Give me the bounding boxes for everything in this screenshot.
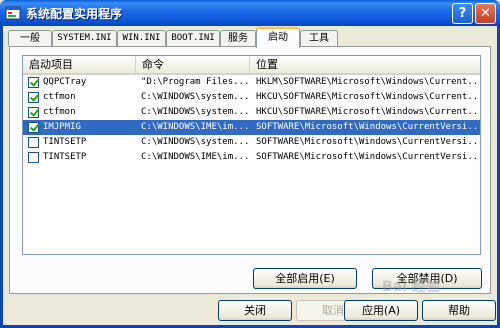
location-cell: HKCU\SOFTWARE\Microsoft\Windows\Current.… <box>256 107 480 117</box>
item-name: QQPCTray <box>43 77 87 87</box>
location-cell: SOFTWARE\Microsoft\Windows\CurrentVersi.… <box>256 152 480 162</box>
table-row[interactable]: QQPCTray "D:\Program Files... HKLM\SOFTW… <box>23 75 480 90</box>
item-name: ctfmon <box>43 107 76 117</box>
item-name: TINTSETP <box>43 152 87 162</box>
item-name: TINTSETP <box>43 137 87 147</box>
table-row-selected[interactable]: IMJPMIG C:\WINDOWS\IME\im... SOFTWARE\Mi… <box>23 120 480 135</box>
app-icon <box>5 6 21 20</box>
location-cell: SOFTWARE\Microsoft\Windows\CurrentVersi.… <box>256 137 480 147</box>
startup-list[interactable]: 启动项目 命令 位置 QQPCTray "D:\Program Files...… <box>22 55 481 255</box>
tab-system-ini[interactable]: SYSTEM.INI <box>52 30 117 46</box>
watermark: Bai 经验 <box>382 279 440 295</box>
tab-general[interactable]: 一般 <box>8 30 52 46</box>
item-name: ctfmon <box>43 92 76 102</box>
command-cell: C:\WINDOWS\IME\im... <box>141 122 249 132</box>
help-dialog-button[interactable]: 帮助 <box>422 300 496 321</box>
command-cell: C:\WINDOWS\system... <box>141 137 249 147</box>
location-cell: HKCU\SOFTWARE\Microsoft\Windows\Current.… <box>256 92 480 102</box>
row-checkbox[interactable] <box>28 152 39 163</box>
row-checkbox[interactable] <box>28 107 39 118</box>
command-cell: C:\WINDOWS\IME\im... <box>141 152 249 162</box>
close-button[interactable]: 关闭 <box>218 300 292 321</box>
row-checkbox[interactable] <box>28 92 39 103</box>
close-icon: ✕ <box>480 6 491 21</box>
command-cell: C:\WINDOWS\system... <box>141 92 249 102</box>
window-title: 系统配置实用程序 <box>26 7 123 21</box>
column-header-location[interactable]: 位置 <box>250 56 480 73</box>
help-button[interactable]: ? <box>452 3 473 24</box>
tab-tools[interactable]: 工具 <box>300 30 338 46</box>
location-cell: SOFTWARE\Microsoft\Windows\CurrentVersi.… <box>256 122 480 132</box>
location-cell: HKLM\SOFTWARE\Microsoft\Windows\Current.… <box>256 77 480 87</box>
table-row[interactable]: ctfmon C:\WINDOWS\system... HKCU\SOFTWAR… <box>23 90 480 105</box>
close-window-button[interactable]: ✕ <box>475 3 496 24</box>
help-icon: ? <box>458 6 467 21</box>
tab-services[interactable]: 服务 <box>220 30 256 46</box>
apply-button[interactable]: 应用(A) <box>344 300 418 321</box>
row-checkbox[interactable] <box>28 77 39 88</box>
enable-all-button[interactable]: 全部启用(E) <box>253 268 357 289</box>
command-cell: "D:\Program Files... <box>141 77 249 87</box>
tab-boot-ini[interactable]: BOOT.INI <box>166 30 220 46</box>
list-header: 启动项目 命令 位置 <box>23 56 480 75</box>
column-header-item[interactable]: 启动项目 <box>23 56 136 73</box>
tab-win-ini[interactable]: WIN.INI <box>117 30 166 46</box>
row-checkbox[interactable] <box>28 122 39 133</box>
table-row[interactable]: TINTSETP C:\WINDOWS\system... SOFTWARE\M… <box>23 135 480 150</box>
row-checkbox[interactable] <box>28 137 39 148</box>
table-row[interactable]: ctfmon C:\WINDOWS\system... HKCU\SOFTWAR… <box>23 105 480 120</box>
column-header-command[interactable]: 命令 <box>136 56 250 73</box>
table-row[interactable]: TINTSETP C:\WINDOWS\IME\im... SOFTWARE\M… <box>23 150 480 165</box>
command-cell: C:\WINDOWS\system... <box>141 107 249 117</box>
title-bar[interactable]: 系统配置实用程序 ? ✕ <box>0 0 500 26</box>
tab-startup[interactable]: 启动 <box>256 27 300 48</box>
item-name: IMJPMIG <box>43 122 81 132</box>
